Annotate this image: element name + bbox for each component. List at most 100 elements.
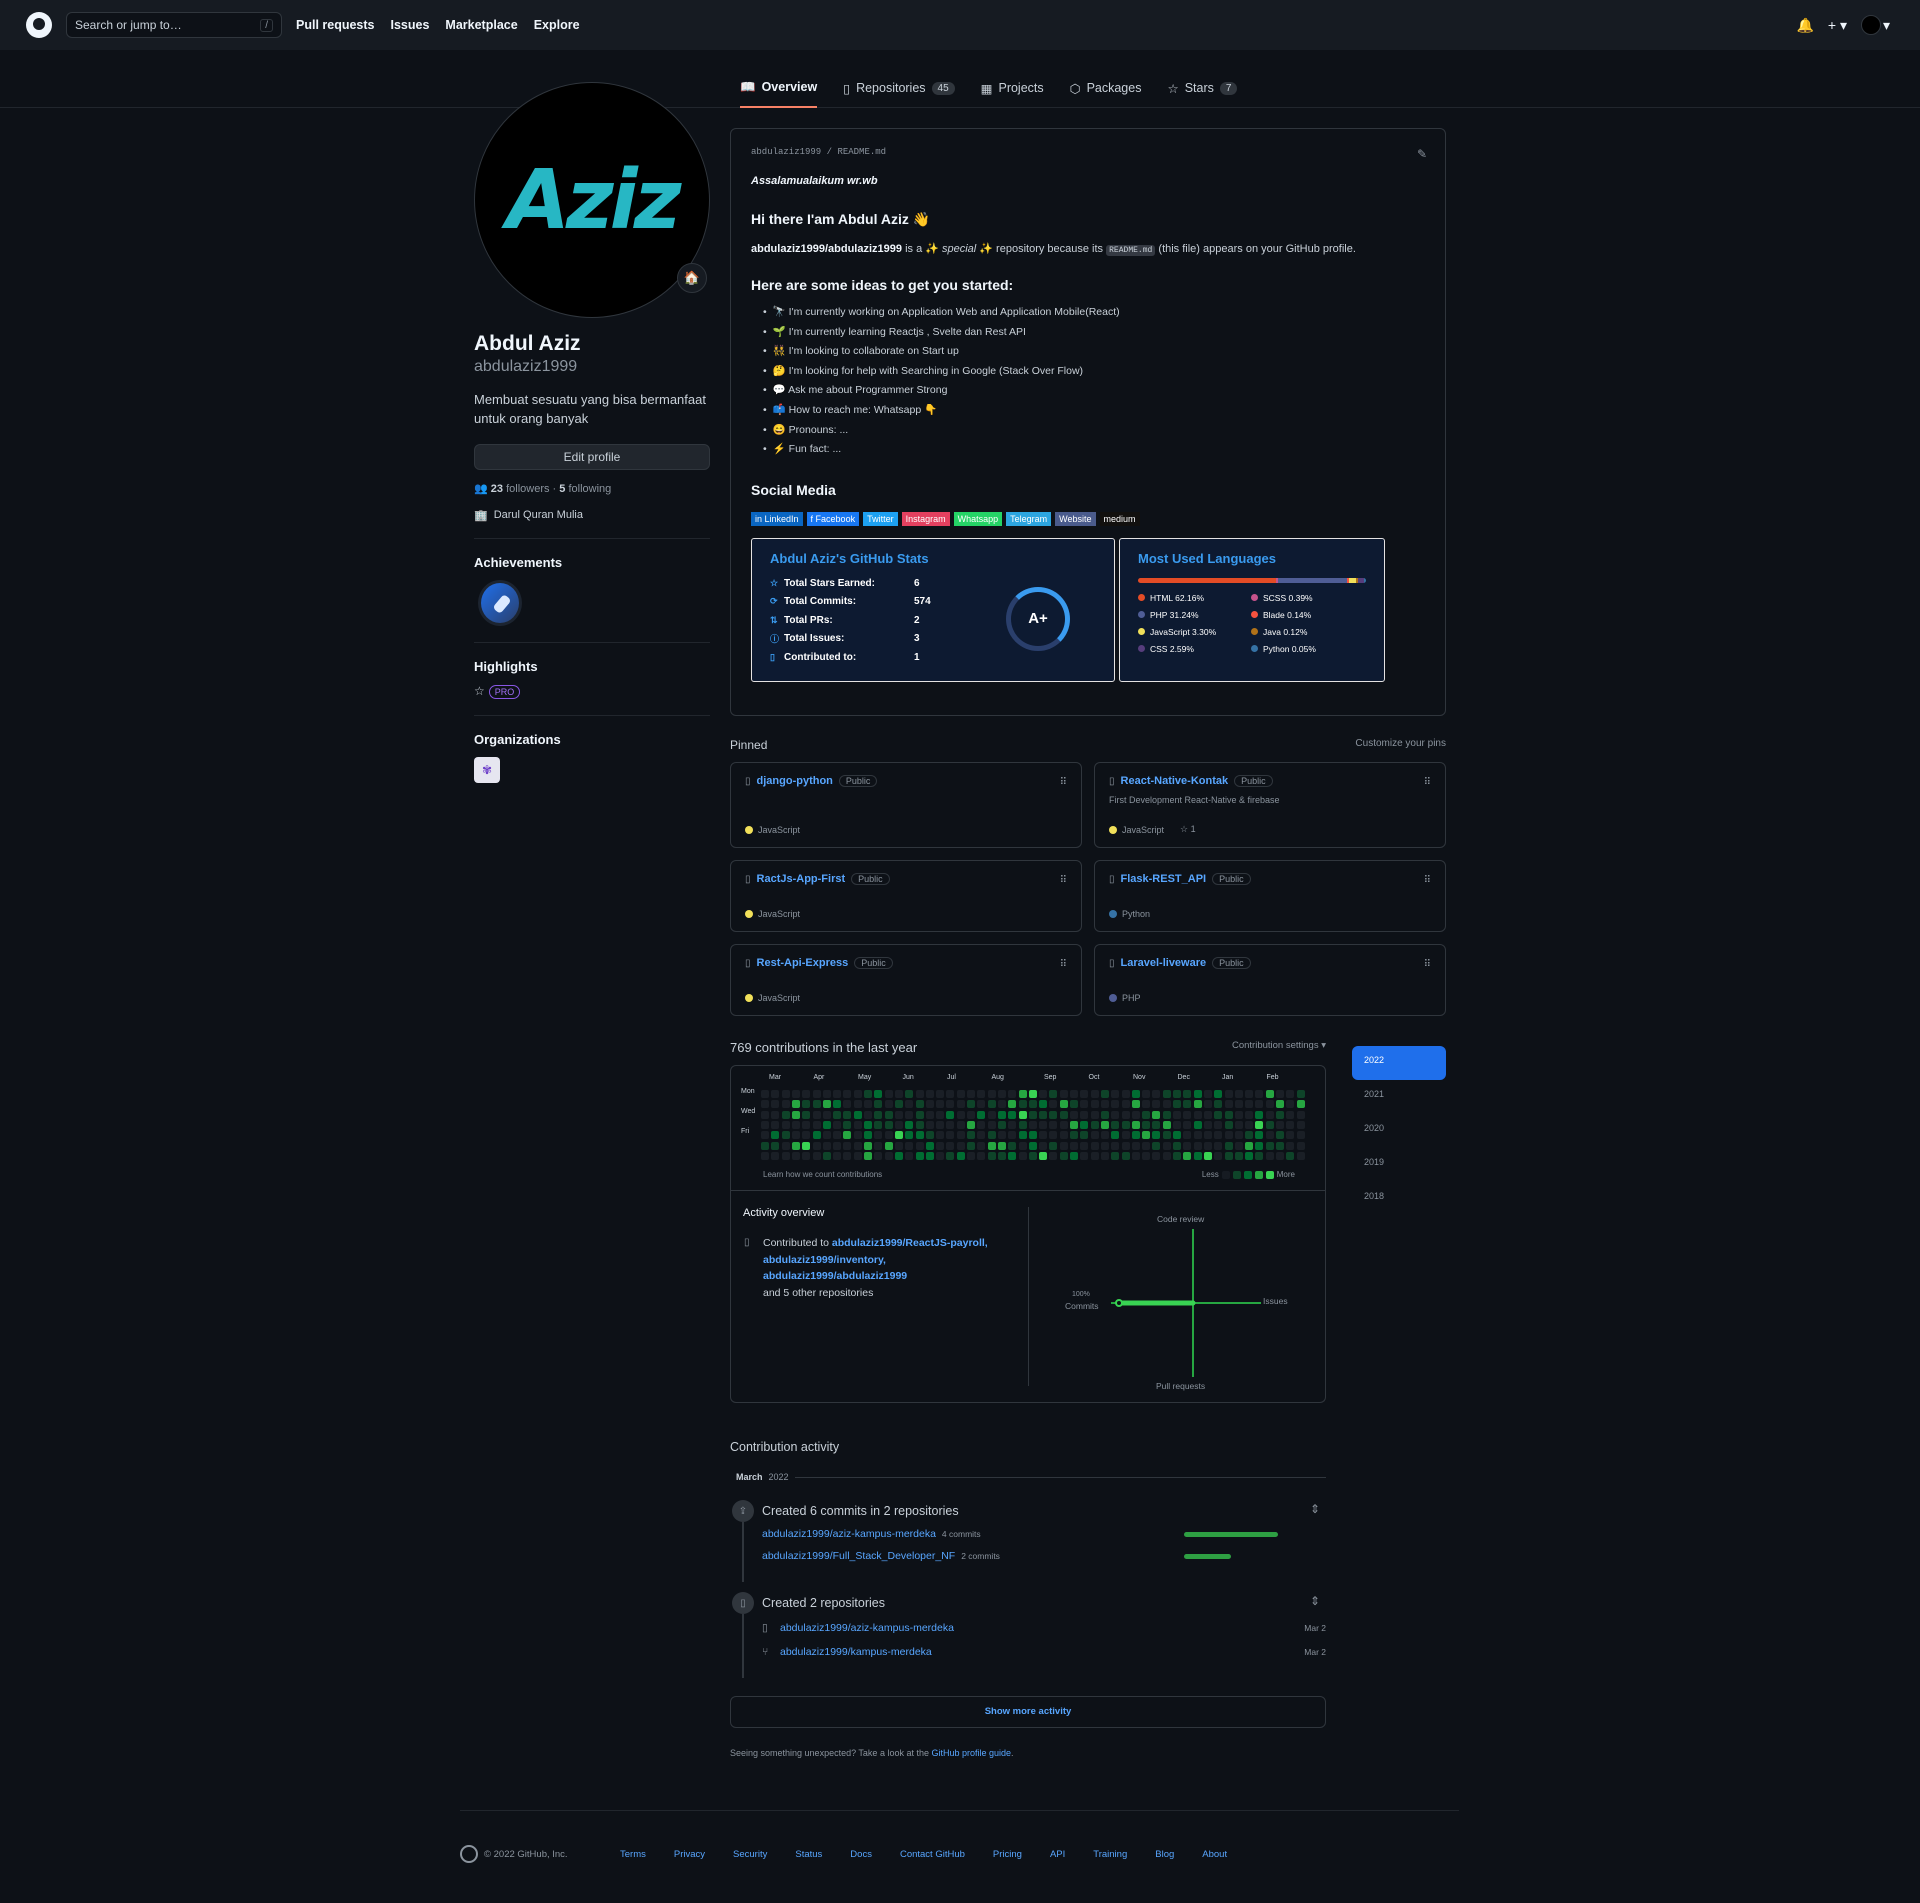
contribution-cell[interactable]: [1059, 1090, 1068, 1098]
contribution-cell[interactable]: [1028, 1141, 1037, 1150]
contribution-cell[interactable]: [1090, 1090, 1099, 1098]
contribution-cell[interactable]: [853, 1131, 862, 1140]
contribution-cell[interactable]: [1018, 1120, 1027, 1129]
contribution-cell[interactable]: [1039, 1100, 1048, 1109]
contribution-cell[interactable]: [987, 1100, 996, 1109]
contribution-cell[interactable]: [1111, 1131, 1120, 1140]
contribution-cell[interactable]: [1162, 1100, 1171, 1109]
contribution-cell[interactable]: [1142, 1141, 1151, 1150]
contribution-cell[interactable]: [1224, 1151, 1233, 1160]
contribution-cell[interactable]: [1070, 1120, 1078, 1129]
contribution-cell[interactable]: [1265, 1120, 1274, 1129]
contribution-cell[interactable]: [905, 1141, 914, 1150]
contribution-cell[interactable]: [1162, 1110, 1171, 1119]
contribution-cell[interactable]: [781, 1120, 790, 1129]
contribution-cell[interactable]: [905, 1131, 914, 1140]
customize-pins-link[interactable]: Customize your pins: [1355, 738, 1446, 752]
contribution-cell[interactable]: [864, 1131, 872, 1140]
contribution-cell[interactable]: [1265, 1141, 1274, 1150]
tab-stars[interactable]: ☆ Stars 7: [1167, 68, 1238, 108]
contribution-cell[interactable]: [1193, 1110, 1202, 1119]
contribution-cell[interactable]: [864, 1110, 872, 1119]
contribution-cell[interactable]: [853, 1110, 862, 1119]
contribution-cell[interactable]: [1286, 1151, 1295, 1160]
created-repo-link[interactable]: abdulaziz1999/aziz-kampus-merdeka: [780, 1618, 954, 1638]
contribution-cell[interactable]: [946, 1131, 955, 1140]
followers-link[interactable]: 23 followers: [491, 483, 550, 495]
contribution-cell[interactable]: [833, 1090, 842, 1098]
contribution-cell[interactable]: [1111, 1100, 1120, 1109]
contribution-cell[interactable]: [1162, 1131, 1171, 1140]
drag-handle-icon[interactable]: ⠿: [1060, 875, 1067, 886]
contribution-cell[interactable]: [1183, 1141, 1192, 1150]
contribution-cell[interactable]: [1059, 1100, 1068, 1109]
activity-repo-link[interactable]: abdulaziz1999/inventory,: [763, 1254, 886, 1266]
drag-handle-icon[interactable]: ⠿: [1424, 959, 1431, 970]
contribution-cell[interactable]: [761, 1141, 769, 1150]
contribution-cell[interactable]: [843, 1141, 852, 1150]
contribution-cell[interactable]: [1162, 1141, 1171, 1150]
contribution-cell[interactable]: [822, 1151, 831, 1160]
contribution-cell[interactable]: [1008, 1141, 1017, 1150]
contribution-cell[interactable]: [1100, 1151, 1109, 1160]
contribution-cell[interactable]: [1100, 1141, 1109, 1150]
contribution-cell[interactable]: [977, 1100, 986, 1109]
contribution-cell[interactable]: [761, 1110, 769, 1119]
contribution-cell[interactable]: [1028, 1100, 1037, 1109]
contribution-cell[interactable]: [967, 1141, 975, 1150]
contribution-cell[interactable]: [833, 1141, 842, 1150]
contribution-cell[interactable]: [1234, 1151, 1243, 1160]
contribution-cell[interactable]: [1255, 1141, 1264, 1150]
contribution-cell[interactable]: [1100, 1110, 1109, 1119]
year-link[interactable]: 2021: [1352, 1080, 1446, 1114]
contribution-cell[interactable]: [1234, 1090, 1243, 1098]
contribution-cell[interactable]: [771, 1090, 780, 1098]
contribution-cell[interactable]: [967, 1090, 975, 1098]
contribution-cell[interactable]: [1152, 1110, 1161, 1119]
contribution-cell[interactable]: [987, 1131, 996, 1140]
contribution-cell[interactable]: [956, 1100, 965, 1109]
contribution-cell[interactable]: [1193, 1100, 1202, 1109]
contribution-cell[interactable]: [791, 1110, 800, 1119]
contribution-cell[interactable]: [781, 1151, 790, 1160]
commit-count[interactable]: 4 commits: [942, 1524, 981, 1544]
contribution-cell[interactable]: [936, 1131, 945, 1140]
pinned-repo-card[interactable]: ▯ Flask-REST_API Public ⠿ Python: [1094, 860, 1446, 932]
contribution-cell[interactable]: [1142, 1151, 1151, 1160]
contribution-cell[interactable]: [987, 1141, 996, 1150]
github-logo-icon[interactable]: [26, 12, 52, 38]
contribution-cell[interactable]: [1039, 1110, 1048, 1119]
contribution-cell[interactable]: [1090, 1120, 1099, 1129]
contribution-cell[interactable]: [946, 1151, 955, 1160]
contribution-cell[interactable]: [967, 1120, 975, 1129]
tab-overview[interactable]: 📖 Overview: [740, 68, 818, 108]
contribution-cell[interactable]: [997, 1151, 1006, 1160]
contribution-cell[interactable]: [1008, 1110, 1017, 1119]
contribution-cell[interactable]: [977, 1151, 986, 1160]
contribution-cell[interactable]: [1018, 1090, 1027, 1098]
contribution-cell[interactable]: [1255, 1131, 1264, 1140]
contribution-cell[interactable]: [1100, 1120, 1109, 1129]
contribution-cell[interactable]: [1152, 1120, 1161, 1129]
contribution-cell[interactable]: [1265, 1110, 1274, 1119]
contribution-cell[interactable]: [977, 1090, 986, 1098]
contribution-cell[interactable]: [1162, 1120, 1171, 1129]
contribution-cell[interactable]: [1059, 1131, 1068, 1140]
contribution-cell[interactable]: [946, 1110, 955, 1119]
contribution-cell[interactable]: [1090, 1100, 1099, 1109]
contribution-cell[interactable]: [1203, 1151, 1212, 1160]
activity-repo-link[interactable]: abdulaziz1999/ReactJS-payroll,: [832, 1237, 988, 1249]
contribution-cell[interactable]: [1028, 1151, 1037, 1160]
contribution-cell[interactable]: [956, 1141, 965, 1150]
contribution-cell[interactable]: [997, 1141, 1006, 1150]
contribution-cell[interactable]: [1203, 1141, 1212, 1150]
footer-link[interactable]: Pricing: [993, 1849, 1022, 1860]
contribution-cell[interactable]: [812, 1141, 821, 1150]
contribution-cell[interactable]: [812, 1100, 821, 1109]
contribution-cell[interactable]: [1214, 1120, 1223, 1129]
contribution-cell[interactable]: [1276, 1110, 1284, 1119]
readme-path-file[interactable]: README.md: [837, 147, 886, 157]
contribution-cell[interactable]: [1214, 1131, 1223, 1140]
contribution-cell[interactable]: [884, 1131, 893, 1140]
contribution-cell[interactable]: [771, 1120, 780, 1129]
